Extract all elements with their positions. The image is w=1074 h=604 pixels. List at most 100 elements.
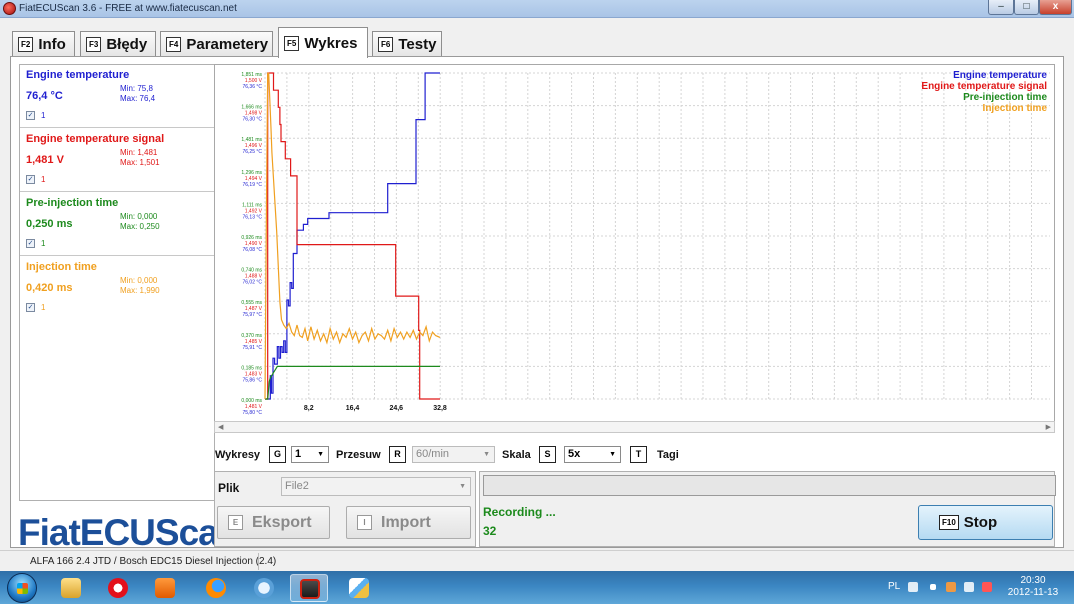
charts-count-value: 1 xyxy=(295,448,302,460)
scale-select[interactable]: 5x ▼ xyxy=(564,446,621,463)
scroll-speed-select[interactable]: 60/min ▼ xyxy=(412,446,495,463)
file-label: Plik xyxy=(218,481,240,495)
fiatecuscan-logo: FiatECUScan xyxy=(18,512,240,553)
chart-area: 1,851 ms 1,500 V 76,36 °C 1,666 ms 1,498 V 76… xyxy=(214,64,1055,431)
charts-count-key: G xyxy=(269,446,286,463)
sensor-checkbox-label: 1 xyxy=(41,239,46,248)
sensor-item-engine-temperature[interactable]: Engine temperature 76,4 °C Min: 75,8 Max… xyxy=(20,65,214,128)
y-tick-label: 76,08 °C xyxy=(242,247,262,253)
action-center-icon[interactable] xyxy=(946,582,956,592)
stop-label: Stop xyxy=(963,514,998,531)
close-button[interactable]: x xyxy=(1039,0,1072,15)
tab-key-badge: F3 xyxy=(86,37,102,52)
y-tick-label: 76,19 °C xyxy=(242,182,262,188)
recording-panel: Recording ... 32 F10 Stop xyxy=(479,471,1056,547)
sensor-min: Min: 1,481 xyxy=(120,148,158,157)
tab-info[interactable]: F2 Info xyxy=(12,31,75,57)
explorer-icon[interactable] xyxy=(52,574,90,602)
y-tick-label: 75,97 °C xyxy=(242,312,262,318)
sensor-item-engine-temperature-signal[interactable]: Engine temperature signal 1,481 V Min: 1… xyxy=(20,129,214,192)
import-button[interactable]: I Import xyxy=(346,506,471,539)
y-tick-label: 76,13 °C xyxy=(242,214,262,220)
language-indicator[interactable]: PL xyxy=(888,581,900,592)
show-hidden-icons-icon[interactable] xyxy=(930,584,936,590)
y-tick-label: 76,36 °C xyxy=(242,84,262,90)
sensor-value: 1,481 V xyxy=(26,154,64,166)
vehicle-ecu-status: ALFA 166 2.4 JTD / Bosch EDC15 Diesel In… xyxy=(30,556,277,567)
x-tick-label: 8,2 xyxy=(304,405,314,412)
tab-parameters[interactable]: F4 Parametery xyxy=(160,31,273,57)
maximize-icon: □ xyxy=(1023,1,1030,12)
chevron-down-icon: ▼ xyxy=(609,451,616,458)
chevron-down-icon: ▼ xyxy=(459,483,466,490)
tab-label: Wykres xyxy=(304,34,358,52)
export-label: Eksport xyxy=(252,513,312,531)
battery-icon[interactable] xyxy=(964,582,974,592)
app-icon[interactable] xyxy=(245,574,283,602)
minimize-button[interactable]: – xyxy=(988,0,1014,15)
network-icon[interactable] xyxy=(982,582,992,592)
paint-icon[interactable] xyxy=(340,574,378,602)
tab-chart[interactable]: F5 Wykres xyxy=(278,27,368,58)
sensor-checkbox[interactable]: ✓ xyxy=(26,175,35,184)
keyboard-icon[interactable] xyxy=(908,582,918,592)
sensor-checkbox[interactable]: ✓ xyxy=(26,303,35,312)
sensor-value: 76,4 °C xyxy=(26,90,63,102)
sensor-checkbox[interactable]: ✓ xyxy=(26,239,35,248)
sensor-name: Engine temperature signal xyxy=(26,133,165,145)
sensor-checkbox-label: 1 xyxy=(41,175,46,184)
scroll-right-icon[interactable]: ▶ xyxy=(1046,423,1051,431)
file-select[interactable]: File2 ▼ xyxy=(281,477,471,496)
sensor-min: Min: 0,000 xyxy=(120,276,158,285)
close-icon: x xyxy=(1052,1,1059,12)
windows-taskbar: PL 20:30 2012-11-13 xyxy=(0,571,1074,604)
scroll-speed-label: Przesuw xyxy=(336,449,381,461)
y-tick-label: 75,86 °C xyxy=(242,377,262,383)
firefox-icon[interactable] xyxy=(197,574,235,602)
clock[interactable]: 20:30 2012-11-13 xyxy=(1002,575,1064,599)
system-tray: PL 20:30 2012-11-13 xyxy=(880,571,1074,604)
legend-entry: Engine temperature signal xyxy=(921,81,1047,92)
tab-label: Parametery xyxy=(186,36,269,53)
sensor-checkbox-label: 1 xyxy=(41,111,46,120)
tab-tests[interactable]: F6 Testy xyxy=(372,31,442,57)
sensor-max: Max: 1,501 xyxy=(120,158,160,167)
windows-flag-icon xyxy=(17,583,28,594)
scale-key: S xyxy=(539,446,556,463)
export-key-badge: E xyxy=(228,515,243,530)
tab-errors[interactable]: F3 Błędy xyxy=(80,31,156,57)
stop-button[interactable]: F10 Stop xyxy=(918,505,1053,540)
file-panel: Plik File2 ▼ E Eksport I Import xyxy=(214,471,476,547)
sensor-value: 0,420 ms xyxy=(26,282,73,294)
tags-key[interactable]: T xyxy=(630,446,647,463)
chart-horizontal-scrollbar[interactable]: ◀ ▶ xyxy=(214,421,1055,433)
stop-key-badge: F10 xyxy=(939,515,959,530)
windows-start-icon[interactable] xyxy=(7,573,37,603)
export-button[interactable]: E Eksport xyxy=(217,506,330,539)
opera-icon[interactable] xyxy=(99,574,137,602)
legend-entry: Injection time xyxy=(983,103,1048,114)
maximize-button[interactable]: □ xyxy=(1014,0,1039,15)
file-value: File2 xyxy=(285,480,309,492)
scroll-left-icon[interactable]: ◀ xyxy=(218,423,223,431)
status-divider xyxy=(258,553,259,570)
y-tick-label: 75,91 °C xyxy=(242,345,262,351)
tab-key-badge: F6 xyxy=(378,37,394,52)
y-tick-label: 76,25 °C xyxy=(242,149,262,155)
import-label: Import xyxy=(381,513,431,531)
tags-label[interactable]: Tagi xyxy=(657,449,679,461)
charts-count-select[interactable]: 1 ▼ xyxy=(291,446,329,463)
sensor-item-injection-time[interactable]: Injection time 0,420 ms Min: 0,000 Max: … xyxy=(20,257,214,320)
recording-count: 32 xyxy=(483,524,497,538)
sensor-min: Min: 0,000 xyxy=(120,212,158,221)
media-player-icon[interactable] xyxy=(146,574,184,602)
sensor-checkbox-label: 1 xyxy=(41,303,46,312)
sensor-item-pre-injection-time[interactable]: Pre-injection time 0,250 ms Min: 0,000 M… xyxy=(20,193,214,256)
import-key-badge: I xyxy=(357,515,372,530)
x-tick-label: 32,8 xyxy=(433,405,447,412)
tab-label: Błędy xyxy=(106,36,148,53)
chevron-down-icon: ▼ xyxy=(483,451,490,458)
sensor-max: Max: 0,250 xyxy=(120,222,160,231)
sensor-checkbox[interactable]: ✓ xyxy=(26,111,35,120)
fiatecuscan-icon[interactable] xyxy=(290,574,328,602)
